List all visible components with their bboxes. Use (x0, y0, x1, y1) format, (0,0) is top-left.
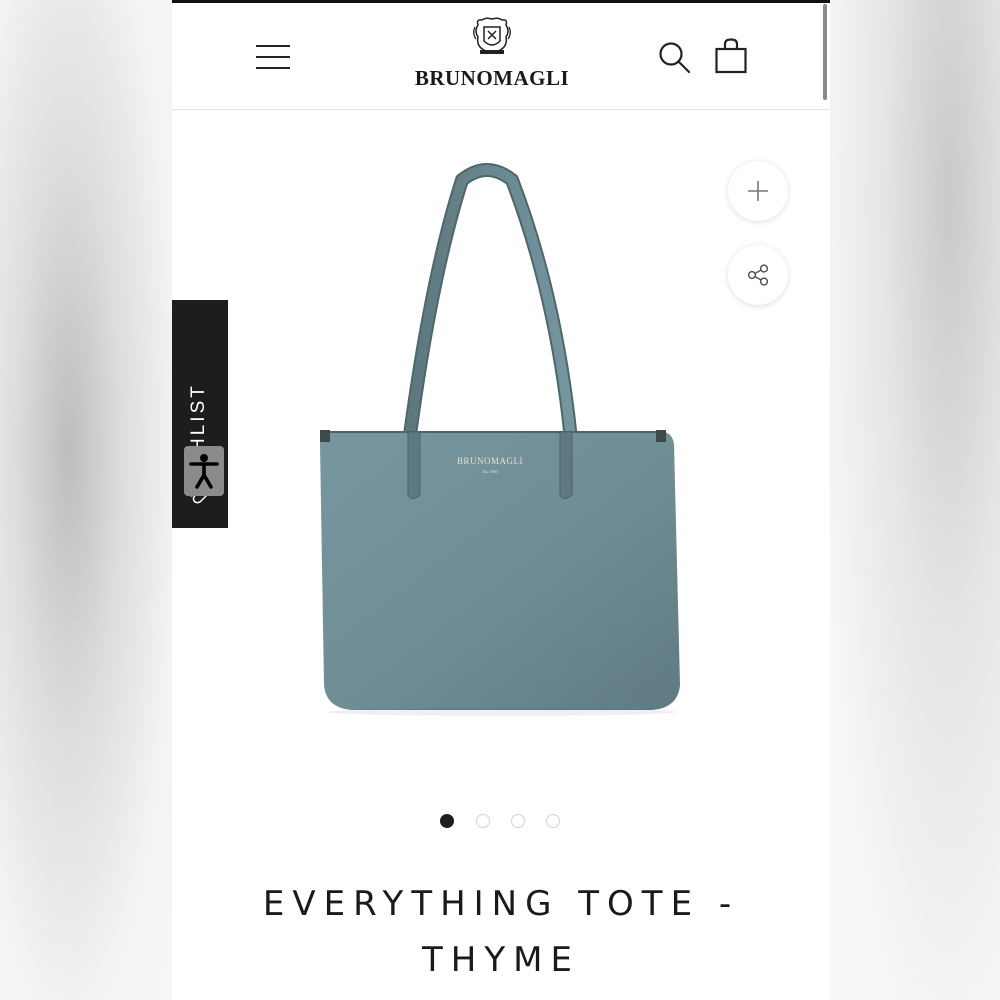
plus-icon (748, 181, 768, 201)
product-title-line-2: THYME (422, 940, 580, 980)
gallery-dot-2[interactable] (476, 814, 490, 828)
share-button[interactable] (728, 245, 788, 305)
bag-stamp-sub: Est. 1936 (482, 469, 497, 474)
accessibility-icon (189, 454, 219, 489)
gallery-dot-1[interactable] (440, 814, 454, 828)
brand-logo[interactable]: BRUNOMAGLI (382, 17, 602, 97)
search-icon[interactable] (658, 41, 692, 75)
product-title-line-1: EVERYTHING TOTE - (262, 884, 740, 924)
hamburger-icon[interactable] (256, 43, 290, 69)
bag-stamp: BRUNOMAGLI (457, 456, 523, 466)
phone-screen: BRUNOMAGLI WISHLIST BRUNOMAGLI Est. 1936… (172, 0, 830, 1000)
background-blur-left (0, 0, 172, 1000)
site-header: BRUNOMAGLI (172, 3, 830, 110)
background-blur-right (830, 0, 1000, 1000)
bag-icon[interactable] (714, 38, 748, 74)
zoom-button[interactable] (728, 161, 788, 221)
crest-icon (473, 17, 511, 54)
share-icon (747, 264, 769, 286)
gallery-dot-3[interactable] (511, 814, 525, 828)
gallery-dot-4[interactable] (546, 814, 560, 828)
accessibility-button[interactable] (184, 446, 224, 496)
gallery-pagination (440, 814, 570, 830)
wishlist-tab[interactable]: WISHLIST (172, 300, 228, 528)
brand-wordmark: BRUNOMAGLI (414, 66, 570, 90)
product-image[interactable]: BRUNOMAGLI Est. 1936 (312, 160, 692, 720)
